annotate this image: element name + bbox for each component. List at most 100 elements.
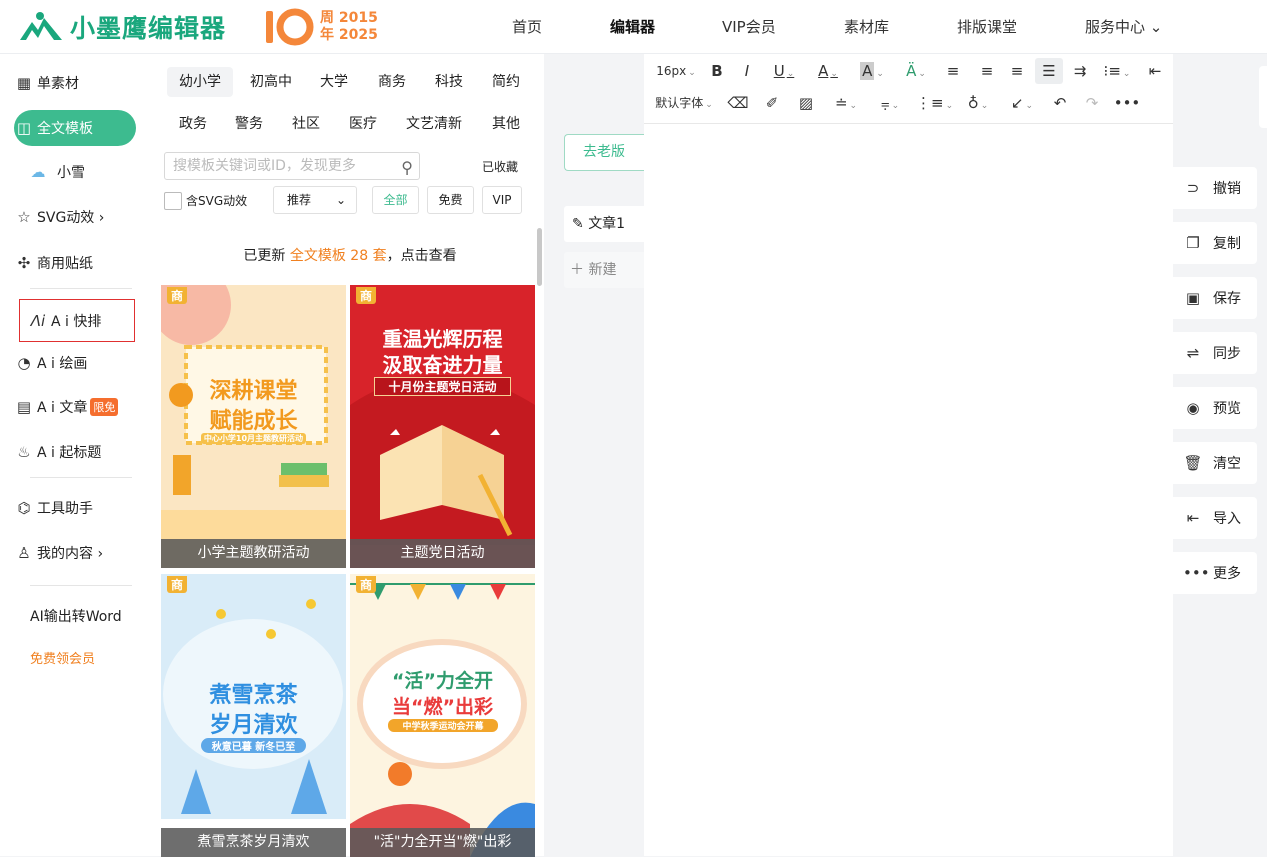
align-left-icon[interactable]: ≡ bbox=[942, 58, 964, 84]
eraser-icon[interactable]: ⌫ bbox=[726, 90, 750, 116]
divider-icon[interactable]: ⩦ ⌄ bbox=[872, 90, 908, 116]
sidebar-item-snow[interactable]: ☁ 小雪 bbox=[14, 154, 136, 190]
category-business[interactable]: 商务 bbox=[366, 67, 418, 97]
edge-collapse-tab[interactable] bbox=[1259, 66, 1267, 128]
font-color-icon[interactable]: A ⌄ bbox=[810, 58, 846, 84]
sidebar-item-svg[interactable]: ☆ SVG动效 › bbox=[14, 199, 136, 235]
undo-button[interactable]: ⊃ 撤销 bbox=[1173, 167, 1257, 209]
collected-link[interactable]: 已收藏 bbox=[482, 158, 518, 175]
search-icon[interactable]: ⚲ bbox=[401, 155, 413, 181]
card-caption: 小学主题教研活动 bbox=[161, 539, 346, 568]
italic-icon[interactable]: I bbox=[736, 58, 758, 84]
nav-vip[interactable]: VIP会员 bbox=[722, 0, 776, 54]
bulb-icon[interactable]: ♁ ⌄ bbox=[960, 90, 996, 116]
category-medical[interactable]: 医疗 bbox=[337, 109, 389, 139]
nav-materials[interactable]: 素材库 bbox=[844, 0, 889, 54]
category-primary[interactable]: 幼小学 bbox=[167, 67, 233, 97]
nav-editor[interactable]: 编辑器 bbox=[610, 0, 655, 54]
card-title-2: 赋能成长 bbox=[209, 409, 298, 434]
more-button[interactable]: ••• 更多 bbox=[1173, 552, 1257, 594]
indent-icon[interactable]: ⇉ bbox=[1069, 58, 1091, 84]
import-button[interactable]: ⇤ 导入 bbox=[1173, 497, 1257, 539]
underline-icon[interactable]: U ⌄ bbox=[766, 58, 802, 84]
save-button[interactable]: ▣ 保存 bbox=[1173, 277, 1257, 319]
category-simple[interactable]: 简约 bbox=[480, 67, 532, 97]
document-name: 文章1 bbox=[588, 216, 626, 232]
sync-label: 同步 bbox=[1213, 346, 1241, 362]
category-tech[interactable]: 科技 bbox=[423, 67, 475, 97]
align-right-icon[interactable]: ≡ bbox=[1006, 58, 1028, 84]
align-center-icon[interactable]: ≡ bbox=[976, 58, 998, 84]
new-document-label: 新建 bbox=[588, 262, 617, 278]
align-justify-icon[interactable]: ☰ bbox=[1035, 58, 1063, 84]
template-card[interactable]: 商 “活”力全开 当“燃”出彩 中学秋季运动会开幕 "活"力全开当"燃"出彩 bbox=[350, 574, 535, 857]
template-card[interactable]: 商 深耕课堂 赋能成长 中心小学10月主题教研活动 小学主题教研活动 bbox=[161, 285, 346, 568]
nav-home[interactable]: 首页 bbox=[512, 0, 542, 54]
free-vip-link[interactable]: 免费领会员 bbox=[30, 639, 152, 675]
template-card[interactable]: 商 重温光辉历程 汲取奋进力量 十月份主题党日活动 主题党日活动 bbox=[350, 285, 535, 568]
new-document-button[interactable]: ＋ 新建 bbox=[564, 252, 644, 288]
toolbar-divider bbox=[644, 123, 1173, 124]
sidebar-item-ai-paint[interactable]: ◔ A i 绘画 bbox=[14, 345, 136, 381]
sidebar-item-full-template[interactable]: ◫ 全文模板 bbox=[14, 110, 136, 146]
image-icon[interactable]: ▨ bbox=[794, 90, 818, 116]
category-university[interactable]: 大学 bbox=[308, 67, 360, 97]
editor-area[interactable]: 16px ⌄ B I U ⌄ A ⌄ A ⌄ Ä ⌄ ≡ ≡ ≡ ☰ ⇉ ⁝≡ ⌄ ⇤ 默认… bbox=[644, 54, 1173, 856]
sidebar-item-stickers[interactable]: ✣ 商用贴纸 bbox=[14, 245, 136, 281]
filter-vip[interactable]: VIP bbox=[482, 186, 522, 214]
indent-select-icon[interactable]: ⋮≡ ⌄ bbox=[916, 90, 953, 116]
chevron-down-icon: ⌄ bbox=[335, 193, 346, 207]
nav-classroom[interactable]: 排版课堂 bbox=[957, 0, 1017, 54]
filter-free[interactable]: 免费 bbox=[427, 186, 474, 214]
preview-button[interactable]: ◉ 预览 bbox=[1173, 387, 1257, 429]
template-icon: ◫ bbox=[16, 119, 32, 137]
paragraph-spacing-icon[interactable]: ≐ ⌄ bbox=[828, 90, 864, 116]
sidebar-item-my-content[interactable]: ♙ 我的内容 › bbox=[14, 535, 136, 571]
scrollbar[interactable] bbox=[537, 228, 542, 286]
category-community[interactable]: 社区 bbox=[280, 109, 332, 139]
anniversary-ten-icon bbox=[266, 8, 314, 46]
sidebar-item-ai-layout[interactable]: Λi A i 快排 bbox=[19, 299, 135, 342]
logo[interactable]: 小墨鹰编辑器 bbox=[18, 8, 226, 46]
redo-icon[interactable]: ↷ bbox=[1080, 90, 1104, 116]
font-family-select[interactable]: 默认字体 ⌄ bbox=[652, 90, 716, 116]
sidebar-item-ai-article[interactable]: ▤ A i 文章 限免 bbox=[14, 389, 136, 425]
anniversary-line1: 周 2015 bbox=[320, 10, 378, 26]
text-effect-icon[interactable]: Ä ⌄ bbox=[898, 58, 934, 84]
bold-icon[interactable]: B bbox=[706, 58, 728, 84]
svg-filter-checkbox[interactable] bbox=[164, 192, 182, 210]
copy-button[interactable]: ❐ 复制 bbox=[1173, 222, 1257, 264]
import-label: 导入 bbox=[1213, 511, 1241, 527]
font-size-select[interactable]: 16px ⌄ bbox=[652, 58, 700, 84]
sort-select[interactable]: 推荐 ⌄ bbox=[273, 186, 357, 214]
category-literary[interactable]: 文艺清新 bbox=[394, 109, 474, 139]
sidebar-item-label: 我的内容 › bbox=[37, 546, 104, 562]
category-secondary[interactable]: 初高中 bbox=[238, 67, 304, 97]
highlight-icon[interactable]: A ⌄ bbox=[854, 58, 890, 84]
category-police[interactable]: 警务 bbox=[223, 109, 275, 139]
old-version-button[interactable]: 去老版 bbox=[564, 134, 644, 171]
exit-icon[interactable]: ⇤ bbox=[1143, 58, 1167, 84]
category-other[interactable]: 其他 bbox=[480, 109, 532, 139]
arrow-icon[interactable]: ↙ ⌄ bbox=[1004, 90, 1040, 116]
template-search-input[interactable]: 搜模板关键词或ID，发现更多 ⚲ bbox=[164, 152, 420, 180]
sidebar-item-ai-title[interactable]: ♨ A i 起标题 bbox=[14, 434, 136, 470]
sync-button[interactable]: ⇌ 同步 bbox=[1173, 332, 1257, 374]
line-height-icon[interactable]: ⁝≡ ⌄ bbox=[1099, 58, 1135, 84]
clear-button[interactable]: 🗑 清空 bbox=[1173, 442, 1257, 484]
card-title-2: 岁月清欢 bbox=[209, 713, 298, 738]
more-icon: ••• bbox=[1183, 564, 1210, 582]
clear-label: 清空 bbox=[1213, 456, 1241, 472]
nav-service[interactable]: 服务中心 ⌄ bbox=[1085, 0, 1162, 54]
format-painter-icon[interactable]: ✐ bbox=[760, 90, 784, 116]
filter-all[interactable]: 全部 bbox=[372, 186, 419, 214]
more-icon[interactable]: ••• bbox=[1112, 90, 1142, 116]
category-gov[interactable]: 政务 bbox=[167, 109, 219, 139]
template-card[interactable]: 商 煮雪烹茶 岁月清欢 秋意已暮 新冬已至 煮雪烹茶岁月清欢 bbox=[161, 574, 346, 857]
undo-icon[interactable]: ↶ bbox=[1048, 90, 1072, 116]
update-notice[interactable]: 已更新 全文模板 28 套，点击查看 bbox=[164, 230, 536, 282]
sidebar-item-single-material[interactable]: ▦ 单素材 bbox=[14, 65, 136, 101]
sidebar-item-tools[interactable]: ⌬ 工具助手 bbox=[14, 490, 136, 526]
document-tab[interactable]: ✎ 文章1 bbox=[564, 206, 644, 242]
ai-to-word-link[interactable]: AI输出转Word bbox=[30, 598, 152, 634]
